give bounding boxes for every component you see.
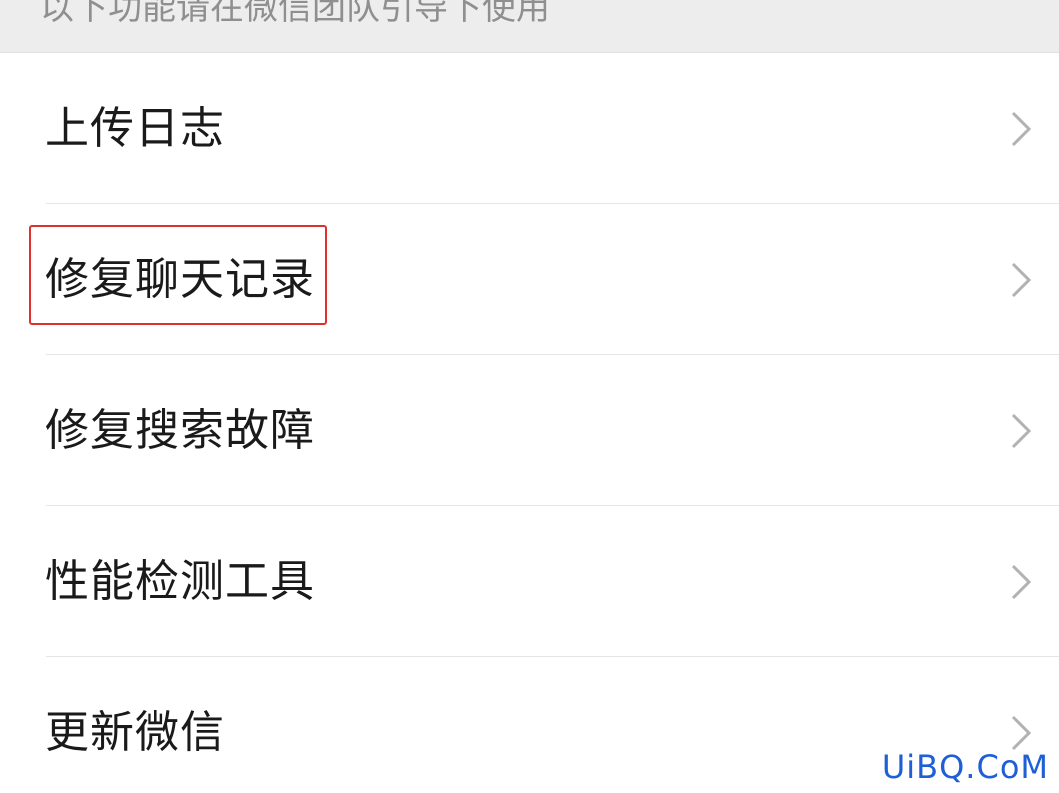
- menu-item-performance-tool[interactable]: 性能检测工具: [0, 506, 1059, 657]
- menu-item-repair-chat-history[interactable]: 修复聊天记录: [0, 204, 1059, 355]
- menu-item-label: 修复搜索故障: [45, 404, 315, 456]
- menu-item-label: 更新微信: [45, 706, 225, 758]
- menu-item-label: 修复聊天记录: [45, 253, 315, 305]
- menu-list: 上传日志 修复聊天记录 修复搜索故障 性能检测工具 更新微信: [0, 53, 1059, 793]
- settings-screen: 以下功能请在微信团队引导下使用 上传日志 修复聊天记录 修复搜索故障 性能检测工: [0, 0, 1059, 793]
- section-header: 以下功能请在微信团队引导下使用: [0, 0, 1059, 53]
- menu-item-repair-search[interactable]: 修复搜索故障: [0, 355, 1059, 506]
- menu-item-label: 性能检测工具: [45, 555, 315, 607]
- section-header-text: 以下功能请在微信团队引导下使用: [40, 0, 550, 28]
- menu-item-label: 上传日志: [45, 102, 225, 154]
- chevron-right-icon: [1011, 413, 1032, 448]
- chevron-right-icon: [1011, 111, 1032, 146]
- chevron-right-icon: [1011, 564, 1032, 599]
- menu-item-upload-logs[interactable]: 上传日志: [0, 53, 1059, 204]
- chevron-right-icon: [1011, 262, 1032, 297]
- watermark: UiBQ.CoM: [881, 748, 1049, 786]
